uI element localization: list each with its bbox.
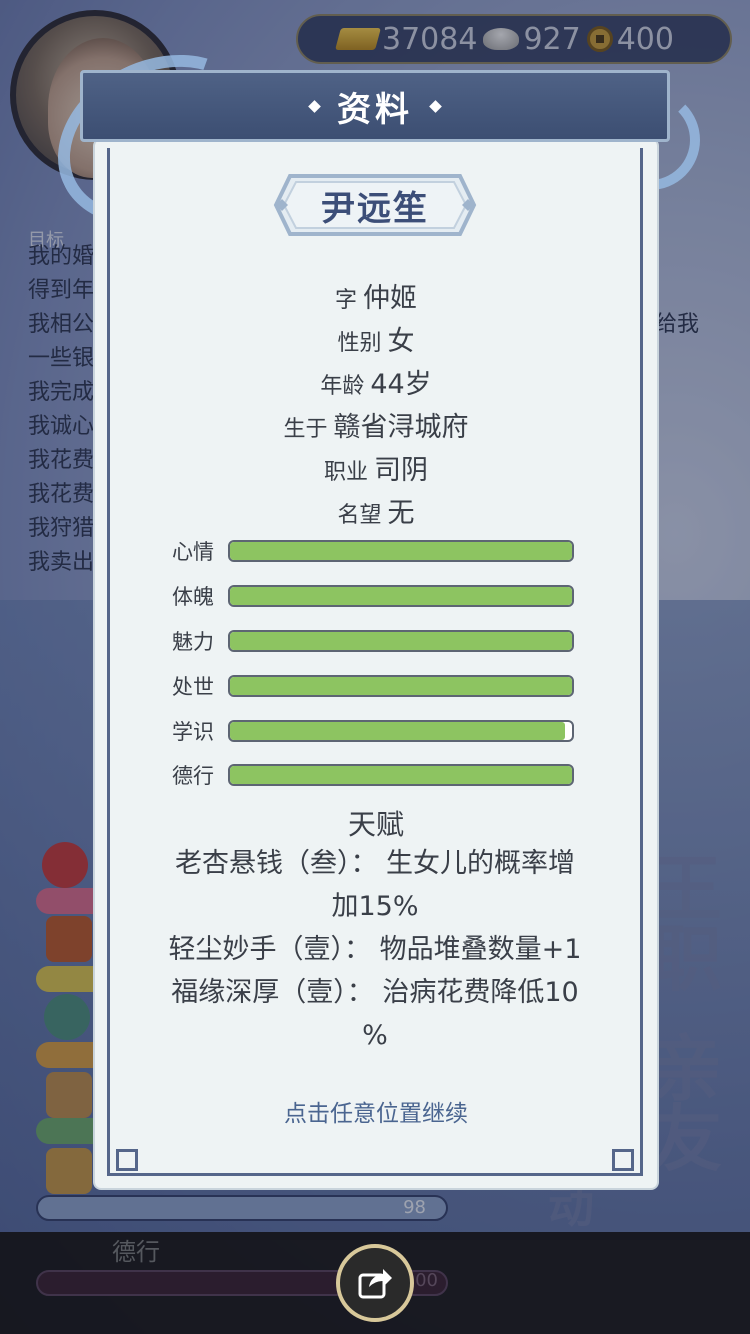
talent-line: % [362,1020,388,1051]
stat-row-social: 处世 [172,673,574,699]
name-plate: 尹远笙 [272,172,478,238]
bottom-stat-value: 00 [415,1270,438,1291]
stat-row-charm: 魅力 [172,628,574,654]
stat-bar-fill [230,722,566,740]
stat-row-virtue: 德行 [172,762,574,788]
diamond-icon [308,99,321,113]
stat-label: 体魄 [172,585,214,609]
stat-label: 心情 [172,540,214,564]
info-occupation: 职业 司阴 [323,455,428,486]
share-button[interactable] [336,1244,414,1322]
talent-line: 轻尘妙手（壹）： 物品堆叠数量+1 [168,934,582,965]
info-birthplace: 生于 赣省浔城府 [283,412,469,443]
talent-line: 加15% [331,891,419,922]
talent-heading: 天赋 [347,808,404,841]
stat-bar [228,720,574,742]
stat-row-mood: 心情 [172,538,574,564]
share-icon [358,1269,392,1299]
modal-title: 资料 [337,89,413,130]
stat-label: 处世 [172,675,214,699]
stat-row-physique: 体魄 [172,583,574,609]
stat-bar [228,764,574,786]
stat-bar-fill [230,766,572,784]
stat-bar-fill [230,542,572,560]
stat-bar-fill [230,632,572,650]
stat-bar-fill [230,587,572,605]
frame-corner [612,1149,634,1171]
stat-row-knowledge: 学识 [172,718,574,744]
info-age: 年龄 44岁 [320,369,432,400]
diamond-icon [429,99,442,113]
stat-label: 德行 [172,764,214,788]
talent-line: 老杏悬钱（叁）： 生女儿的概率增 [174,848,576,879]
character-name: 尹远笙 [321,188,429,229]
talent-line: 福缘深厚（壹）： 治病花费降低10 [171,977,579,1008]
stat-bar [228,540,574,562]
info-reputation: 名望无 [337,498,415,529]
stat-label: 魅力 [172,630,214,654]
continue-hint[interactable]: 点击任意位置继续 [95,1094,657,1128]
stat-bar [228,585,574,607]
stat-label: 学识 [172,720,214,744]
frame-corner [116,1149,138,1171]
info-gender: 性别女 [337,326,415,357]
info-courtesy-name: 字仲姬 [334,283,417,314]
stat-bar [228,630,574,652]
stat-bar-fill [230,677,572,695]
modal-header: 资料 [80,70,670,142]
stat-bar [228,675,574,697]
bottom-stat-label: 德行 [112,1238,160,1266]
